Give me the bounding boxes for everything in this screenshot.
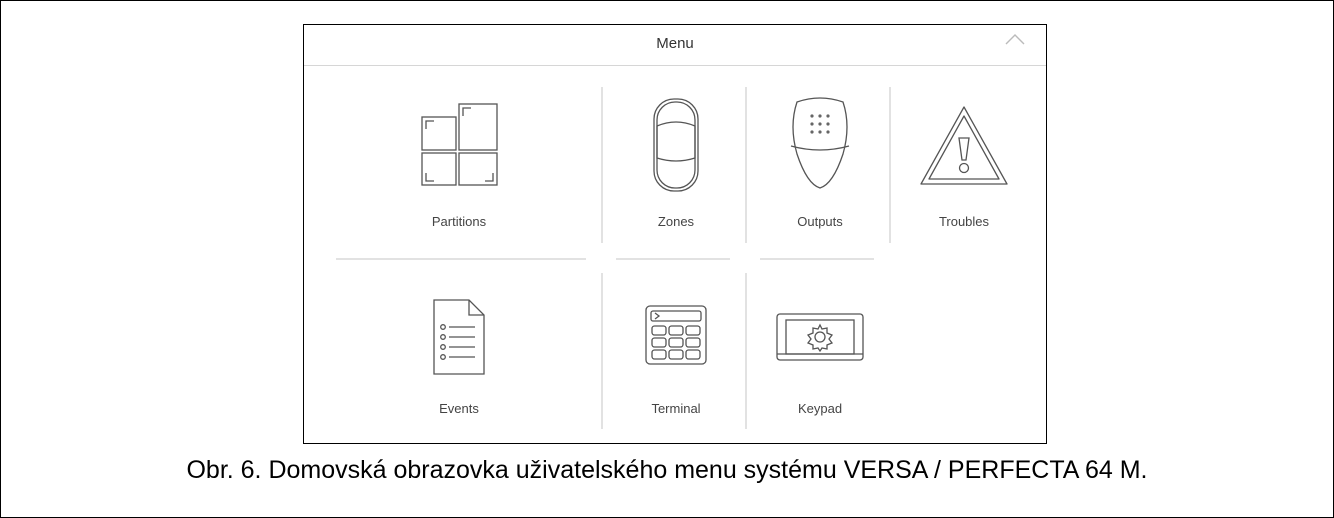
tile-label: Outputs bbox=[797, 214, 843, 229]
separator bbox=[336, 258, 586, 260]
menu-title: Menu bbox=[656, 35, 694, 52]
tile-keypad[interactable]: Keypad bbox=[755, 277, 885, 427]
tile-label: Troubles bbox=[938, 214, 990, 229]
tile-events[interactable]: Events bbox=[394, 277, 524, 427]
troubles-warning-icon bbox=[920, 106, 1008, 185]
zones-detector-icon bbox=[653, 98, 699, 192]
tile-terminal[interactable]: Terminal bbox=[611, 277, 741, 427]
terminal-keypad-icon bbox=[645, 305, 707, 365]
menu-header: Menu bbox=[304, 25, 1046, 66]
tile-zones[interactable]: Zones bbox=[611, 90, 741, 240]
separator bbox=[616, 258, 730, 260]
tile-outputs[interactable]: Outputs bbox=[755, 90, 885, 240]
tile-troubles[interactable]: Troubles bbox=[899, 90, 1029, 240]
tile-label: Events bbox=[439, 401, 479, 416]
separator bbox=[760, 258, 874, 260]
tile-partitions[interactable]: Partitions bbox=[394, 90, 524, 240]
figure-caption: Obr. 6. Domovská obrazovka uživatelského… bbox=[186, 456, 1148, 484]
outputs-icon bbox=[790, 97, 850, 189]
tile-label: Zones bbox=[657, 214, 695, 229]
keypad-screen-icon bbox=[776, 313, 864, 361]
separator bbox=[601, 273, 603, 429]
menu-screen: Menu Partitions Zones Outputs Troubles E… bbox=[303, 24, 1047, 444]
separator bbox=[889, 87, 891, 243]
separator bbox=[601, 87, 603, 243]
events-document-icon bbox=[433, 299, 485, 375]
tile-label: Partitions bbox=[431, 214, 487, 229]
tile-label: Terminal bbox=[651, 401, 701, 416]
partitions-icon bbox=[421, 103, 498, 186]
separator bbox=[745, 87, 747, 243]
tile-label: Keypad bbox=[797, 401, 843, 416]
chevron-up-icon[interactable] bbox=[1004, 31, 1026, 47]
separator bbox=[745, 273, 747, 429]
